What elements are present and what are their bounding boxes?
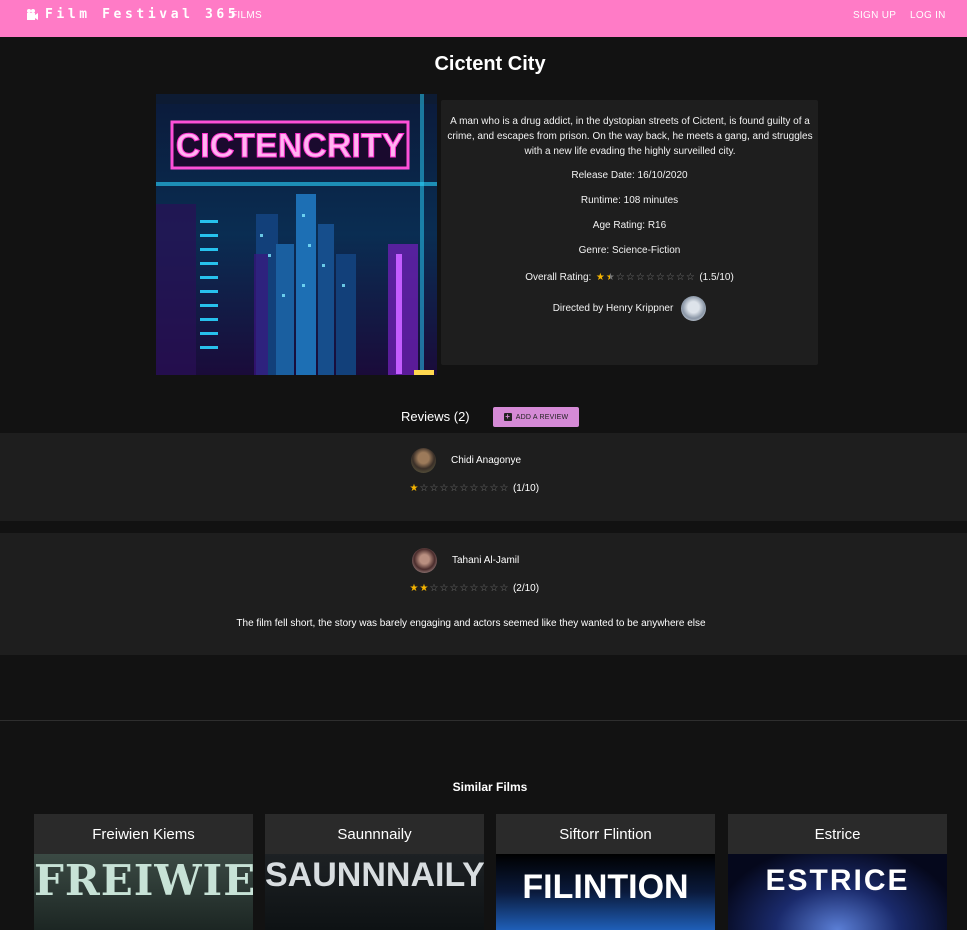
star-icon: ★ xyxy=(419,582,429,594)
nav-signup-link[interactable]: SIGN UP xyxy=(853,10,896,21)
nav-films-link[interactable]: FILMS xyxy=(231,10,262,21)
star-icon: ☆ xyxy=(459,482,469,494)
review-rating-value: (2/10) xyxy=(512,583,540,594)
similar-film-title[interactable]: Siftorr Flintion xyxy=(496,814,715,854)
similar-film-title[interactable]: Saunnnaily xyxy=(265,814,484,854)
similar-film-poster[interactable]: ESTRICE xyxy=(728,854,947,930)
review-rating: ★ ☆ ☆ ☆ ☆ ☆ ☆ ☆ ☆ ☆ (1/10) xyxy=(0,483,944,494)
star-icon: ☆ xyxy=(499,582,509,594)
star-icon: ☆ xyxy=(479,582,489,594)
similar-films-heading: Similar Films xyxy=(452,780,528,794)
section-divider xyxy=(0,720,967,721)
star-icon: ★ xyxy=(595,271,605,283)
star-icon: ★ xyxy=(409,582,419,594)
review-user: Tahani Al-Jamil xyxy=(412,548,519,573)
avatar[interactable] xyxy=(412,548,437,573)
star-icon: ☆ xyxy=(655,271,665,283)
review-card: Tahani Al-Jamil ★ ★ ☆ ☆ ☆ ☆ ☆ ☆ ☆ ☆ (2/10) The fi… xyxy=(0,533,967,655)
add-review-button[interactable]: + ADD A REVIEW xyxy=(493,407,579,427)
reviewer-name[interactable]: Chidi Anagonye xyxy=(451,455,521,466)
overall-rating-label: Overall Rating: xyxy=(525,272,592,283)
add-review-label: ADD A REVIEW xyxy=(515,413,569,421)
poster-text: FREIWIEN xyxy=(34,856,253,905)
star-icon: ☆ xyxy=(645,271,655,283)
star-icon: ☆ xyxy=(469,582,479,594)
star-icon: ☆ xyxy=(469,482,479,494)
star-icon: ★ xyxy=(409,482,419,494)
reviews-count: (2) xyxy=(453,409,470,424)
star-icon: ☆ xyxy=(429,582,439,594)
star-icon: ☆ xyxy=(635,271,645,283)
director-name: Directed by Henry Krippner xyxy=(552,303,674,314)
star-icon: ☆ xyxy=(685,271,695,283)
star-icon: ☆ xyxy=(499,482,509,494)
director-avatar[interactable] xyxy=(681,296,707,321)
star-icon: ☆ xyxy=(615,271,625,283)
nav-login-link[interactable]: LOG IN xyxy=(910,10,946,21)
director-row: Directed by Henry Krippner xyxy=(441,296,818,321)
review-user: Chidi Anagonye xyxy=(411,448,521,473)
plus-icon: + xyxy=(503,412,512,421)
star-icon: ☆ xyxy=(489,582,499,594)
brand[interactable]: Film Festival 365 xyxy=(26,7,239,22)
film-synopsis: A man who is a drug addict, in the dysto… xyxy=(447,116,813,157)
overall-rating: Overall Rating: ★ ★ ☆ ☆ ☆ ☆ ☆ ☆ ☆ ☆ (1.5/10) xyxy=(441,272,818,283)
star-icon: ☆ xyxy=(625,271,635,283)
poster-text: ESTRICE xyxy=(765,864,910,897)
star-icon: ☆ xyxy=(429,482,439,494)
star-icon: ☆ xyxy=(449,582,459,594)
review-stars: ★ ★ ☆ ☆ ☆ ☆ ☆ ☆ ☆ ☆ xyxy=(409,582,509,594)
similar-film-card[interactable]: Siftorr Flintion FILINTION xyxy=(496,814,715,930)
star-icon: ☆ xyxy=(489,482,499,494)
star-icon: ★ xyxy=(605,271,615,283)
similar-film-poster[interactable]: SAUNNNAILY xyxy=(265,854,484,930)
navbar: Film Festival 365 FILMS SIGN UP LOG IN xyxy=(0,0,967,37)
star-icon: ☆ xyxy=(449,482,459,494)
review-rating-value: (1/10) xyxy=(512,483,540,494)
review-rating: ★ ★ ☆ ☆ ☆ ☆ ☆ ☆ ☆ ☆ (2/10) xyxy=(0,583,944,594)
review-card: Chidi Anagonye ★ ☆ ☆ ☆ ☆ ☆ ☆ ☆ ☆ ☆ (1/10) xyxy=(0,433,967,521)
star-icon: ☆ xyxy=(439,482,449,494)
film-poster: CICTENCRITY xyxy=(156,94,437,375)
age-rating: Age Rating: R16 xyxy=(592,220,667,231)
star-icon: ☆ xyxy=(419,482,429,494)
genre: Genre: Science-Fiction xyxy=(578,245,681,256)
svg-text:CICTENCRITY: CICTENCRITY xyxy=(176,127,405,165)
star-icon: ☆ xyxy=(479,482,489,494)
similar-film-card[interactable]: Estrice ESTRICE xyxy=(728,814,947,930)
film-camera-icon xyxy=(26,8,39,21)
overall-rating-stars: ★ ★ ☆ ☆ ☆ ☆ ☆ ☆ ☆ ☆ xyxy=(595,271,695,283)
star-icon: ☆ xyxy=(675,271,685,283)
film-details-panel: A man who is a drug addict, in the dysto… xyxy=(441,100,818,365)
similar-film-title[interactable]: Freiwien Kiems xyxy=(34,814,253,854)
runtime: Runtime: 108 minutes xyxy=(580,195,679,206)
similar-film-card[interactable]: Saunnnaily SAUNNNAILY xyxy=(265,814,484,930)
star-icon: ☆ xyxy=(439,582,449,594)
reviewer-name[interactable]: Tahani Al-Jamil xyxy=(452,555,519,566)
star-icon: ☆ xyxy=(665,271,675,283)
similar-film-poster[interactable]: FREIWIEN xyxy=(34,854,253,930)
avatar[interactable] xyxy=(411,448,436,473)
overall-rating-value: (1.5/10) xyxy=(699,272,734,283)
reviews-label: Reviews xyxy=(401,409,451,424)
poster-text: SAUNNNAILY xyxy=(265,856,484,894)
review-stars: ★ ☆ ☆ ☆ ☆ ☆ ☆ ☆ ☆ ☆ xyxy=(409,482,509,494)
similar-film-poster[interactable]: FILINTION xyxy=(496,854,715,930)
reviews-heading: Reviews (2) xyxy=(401,409,470,424)
similar-film-card[interactable]: Freiwien Kiems FREIWIEN xyxy=(34,814,253,930)
similar-film-title[interactable]: Estrice xyxy=(728,814,947,854)
review-text: The film fell short, the story was barel… xyxy=(236,618,706,629)
star-icon: ☆ xyxy=(459,582,469,594)
poster-text: FILINTION xyxy=(522,868,689,906)
release-date: Release Date: 16/10/2020 xyxy=(571,170,688,181)
brand-title: Film Festival 365 xyxy=(45,7,240,22)
film-title: Cictent City xyxy=(434,53,546,75)
